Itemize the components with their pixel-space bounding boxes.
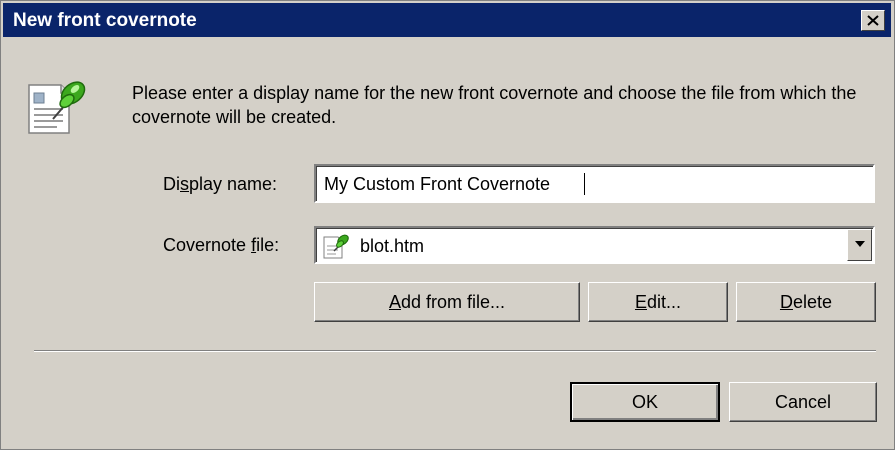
text-caret [584, 173, 585, 195]
cancel-button[interactable]: Cancel [729, 382, 877, 422]
ok-button[interactable]: OK [570, 382, 720, 422]
new-front-covernote-dialog: New front covernote Please enter a displ… [0, 0, 895, 450]
delete-button[interactable]: Delete [736, 282, 876, 322]
instructions-text: Please enter a display name for the new … [132, 83, 857, 127]
display-name-label: Display name: [163, 174, 278, 194]
edit-button[interactable]: Edit... [588, 282, 728, 322]
document-with-pushpin-icon [28, 81, 86, 134]
dropdown-button[interactable] [847, 229, 872, 261]
document-with-pushpin-icon [323, 234, 349, 259]
display-name-value: My Custom Front Covernote [324, 174, 551, 194]
window-title: New front covernote [13, 10, 197, 31]
covernote-file-label: Covernote file: [163, 235, 280, 255]
display-name-input[interactable]: My Custom Front Covernote [314, 164, 875, 203]
covernote-file-select[interactable]: blot.htm [314, 226, 875, 264]
covernote-file-value: blot.htm [360, 236, 425, 256]
close-button[interactable] [861, 10, 885, 31]
close-icon [867, 15, 879, 26]
title-bar[interactable]: New front covernote [3, 3, 891, 37]
separator [34, 350, 876, 352]
chevron-down-icon [855, 241, 865, 247]
add-from-file-button[interactable]: Add from file... [314, 282, 580, 322]
